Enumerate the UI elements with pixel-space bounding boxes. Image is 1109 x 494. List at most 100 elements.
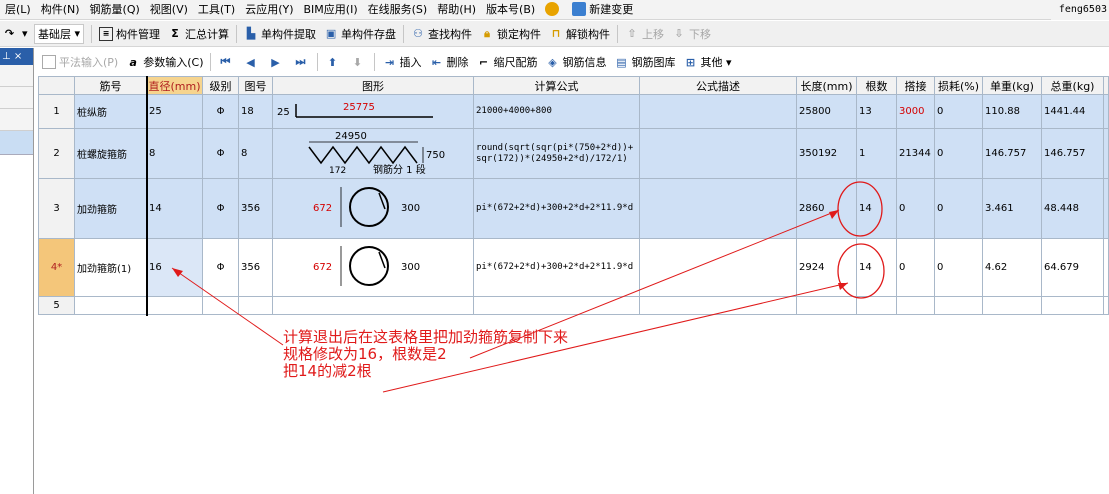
cell-figure-number[interactable]: [238, 296, 273, 315]
rebar-info-button[interactable]: ◈ 钢筋信息: [541, 51, 610, 73]
cell-shape[interactable]: 672 300: [272, 178, 474, 239]
header-grade[interactable]: 级别: [202, 76, 239, 95]
rebar-library-button[interactable]: ▤ 钢筋图库: [610, 51, 679, 73]
cell-figure-number[interactable]: 356: [238, 238, 273, 297]
cell-formula[interactable]: pi*(672+2*d)+300+2*d+2*11.9*d: [473, 238, 640, 297]
delete-button[interactable]: ⇤ 删除: [425, 51, 472, 73]
new-change-button[interactable]: 新建变更: [567, 0, 638, 20]
menu-rebar-quantity[interactable]: 钢筋量(Q): [85, 0, 145, 20]
cell-total-weight[interactable]: 1441.44: [1041, 94, 1104, 129]
cell-bar-name[interactable]: [74, 296, 147, 315]
cell-figure-number[interactable]: 18: [238, 94, 273, 129]
cell-formula[interactable]: round(sqrt(sqr(pi*(750+2*d))+sqr(172))*(…: [473, 128, 640, 179]
cell-figure-number[interactable]: 8: [238, 128, 273, 179]
flat-input-button[interactable]: 平法输入(P): [38, 51, 122, 73]
cell-diameter-editing[interactable]: 16: [146, 238, 203, 297]
single-extract-button[interactable]: ▙ 单构件提取: [240, 23, 320, 45]
cell-formula[interactable]: [473, 296, 640, 315]
cell-lap[interactable]: 0: [896, 238, 935, 297]
cell-length[interactable]: 2860: [796, 178, 857, 239]
move-up-button[interactable]: ⇧ 上移: [621, 23, 668, 45]
toolbar-dropdown-small[interactable]: ▾: [22, 23, 34, 45]
cell-loss[interactable]: 0: [934, 238, 983, 297]
cell-total-weight[interactable]: 48.448: [1041, 178, 1104, 239]
find-component-button[interactable]: ⚇ 查找构件: [407, 23, 476, 45]
cell-formula-desc[interactable]: [639, 94, 797, 129]
menu-online-service[interactable]: 在线服务(S): [363, 0, 433, 20]
cell-unit-weight[interactable]: 4.62: [982, 238, 1042, 297]
cell-diameter[interactable]: 8: [146, 128, 203, 179]
cell-total-weight[interactable]: [1041, 296, 1104, 315]
cell-diameter[interactable]: 25: [146, 94, 203, 129]
cell-formula-desc[interactable]: [639, 178, 797, 239]
worker-helmet-button[interactable]: [540, 0, 567, 20]
menu-bim[interactable]: BIM应用(I): [299, 0, 363, 20]
cell-grade[interactable]: Φ: [202, 238, 239, 297]
header-formula[interactable]: 计算公式: [473, 76, 640, 95]
cell-lap[interactable]: [896, 296, 935, 315]
cell-unit-weight[interactable]: 110.88: [982, 94, 1042, 129]
cell-shape[interactable]: 24950 750 172 钢筋分 1 段: [272, 128, 474, 179]
header-lap[interactable]: 搭接: [896, 76, 935, 95]
cell-diameter[interactable]: [146, 296, 203, 315]
menu-version[interactable]: 版本号(B): [481, 0, 540, 20]
cell-loss[interactable]: 0: [934, 94, 983, 129]
cell-formula[interactable]: 21000+4000+800: [473, 94, 640, 129]
cell-figure-number[interactable]: 356: [238, 178, 273, 239]
single-save-button[interactable]: ▣ 单构件存盘: [320, 23, 400, 45]
cell-count[interactable]: 14: [856, 238, 897, 297]
cell-length[interactable]: 2924: [796, 238, 857, 297]
toolbar-arrow-left[interactable]: ↷: [0, 23, 22, 45]
cell-bar-name[interactable]: 加劲箍筋(1): [74, 238, 147, 297]
table-row[interactable]: 2 桩螺旋箍筋 8 Φ 8 24950 750 172 钢筋分 1 段 roun…: [38, 128, 1109, 179]
cell-diameter[interactable]: 14: [146, 178, 203, 239]
cell-lap[interactable]: 21344: [896, 128, 935, 179]
left-panel-row[interactable]: [0, 109, 33, 131]
header-formula-desc[interactable]: 公式描述: [639, 76, 797, 95]
row-up-button[interactable]: ⬆: [321, 51, 346, 73]
cell-bar-name[interactable]: 桩纵筋: [74, 94, 147, 129]
cell-grade[interactable]: Φ: [202, 94, 239, 129]
last-record-button[interactable]: ⏭: [289, 51, 314, 73]
cell-bar-name[interactable]: 加劲箍筋: [74, 178, 147, 239]
cell-grade[interactable]: Φ: [202, 178, 239, 239]
next-record-button[interactable]: ▶: [264, 51, 289, 73]
cell-loss[interactable]: 0: [934, 178, 983, 239]
scale-rebar-button[interactable]: ⌐ 缩尺配筋: [472, 51, 541, 73]
menu-cloud[interactable]: 云应用(Y): [240, 0, 298, 20]
cell-lap[interactable]: 0: [896, 178, 935, 239]
row-number[interactable]: 4*: [38, 238, 75, 297]
cell-lap[interactable]: 3000: [896, 94, 935, 129]
cell-grade[interactable]: [202, 296, 239, 315]
header-total-weight[interactable]: 总重(kg): [1041, 76, 1104, 95]
cell-length[interactable]: 25800: [796, 94, 857, 129]
row-number[interactable]: 1: [38, 94, 75, 129]
cell-formula-desc[interactable]: [639, 238, 797, 297]
cell-grade[interactable]: Φ: [202, 128, 239, 179]
prev-record-button[interactable]: ◀: [239, 51, 264, 73]
cell-formula[interactable]: pi*(672+2*d)+300+2*d+2*11.9*d: [473, 178, 640, 239]
header-loss[interactable]: 损耗(%): [934, 76, 983, 95]
header-count[interactable]: 根数: [856, 76, 897, 95]
header-figure-number[interactable]: 图号: [238, 76, 273, 95]
cell-formula-desc[interactable]: [639, 128, 797, 179]
cell-count[interactable]: [856, 296, 897, 315]
cell-shape[interactable]: [272, 296, 474, 315]
row-number[interactable]: 3: [38, 178, 75, 239]
summary-calc-button[interactable]: Σ 汇总计算: [164, 23, 233, 45]
cell-count[interactable]: 14: [856, 178, 897, 239]
lock-component-button[interactable]: 🔒︎ 锁定构件: [476, 23, 545, 45]
cell-shape[interactable]: 25 25775: [272, 94, 474, 129]
header-diameter[interactable]: 直径(mm): [146, 76, 203, 95]
header-bar-number[interactable]: 筋号: [74, 76, 147, 95]
row-down-button[interactable]: ⬇: [346, 51, 371, 73]
cell-unit-weight[interactable]: [982, 296, 1042, 315]
menu-component[interactable]: 构件(N): [36, 0, 85, 20]
cell-shape[interactable]: 672 300: [272, 238, 474, 297]
menu-help[interactable]: 帮助(H): [432, 0, 481, 20]
layer-select[interactable]: 基础层 ▾: [34, 23, 85, 44]
other-menu-button[interactable]: ⊞ 其他 ▾: [679, 51, 735, 73]
left-panel-row[interactable]: [0, 87, 33, 109]
table-row[interactable]: 1 桩纵筋 25 Φ 18 25 25775 21000+4000+800 25…: [38, 94, 1109, 129]
component-manage-button[interactable]: ≡ 构件管理: [95, 23, 164, 45]
